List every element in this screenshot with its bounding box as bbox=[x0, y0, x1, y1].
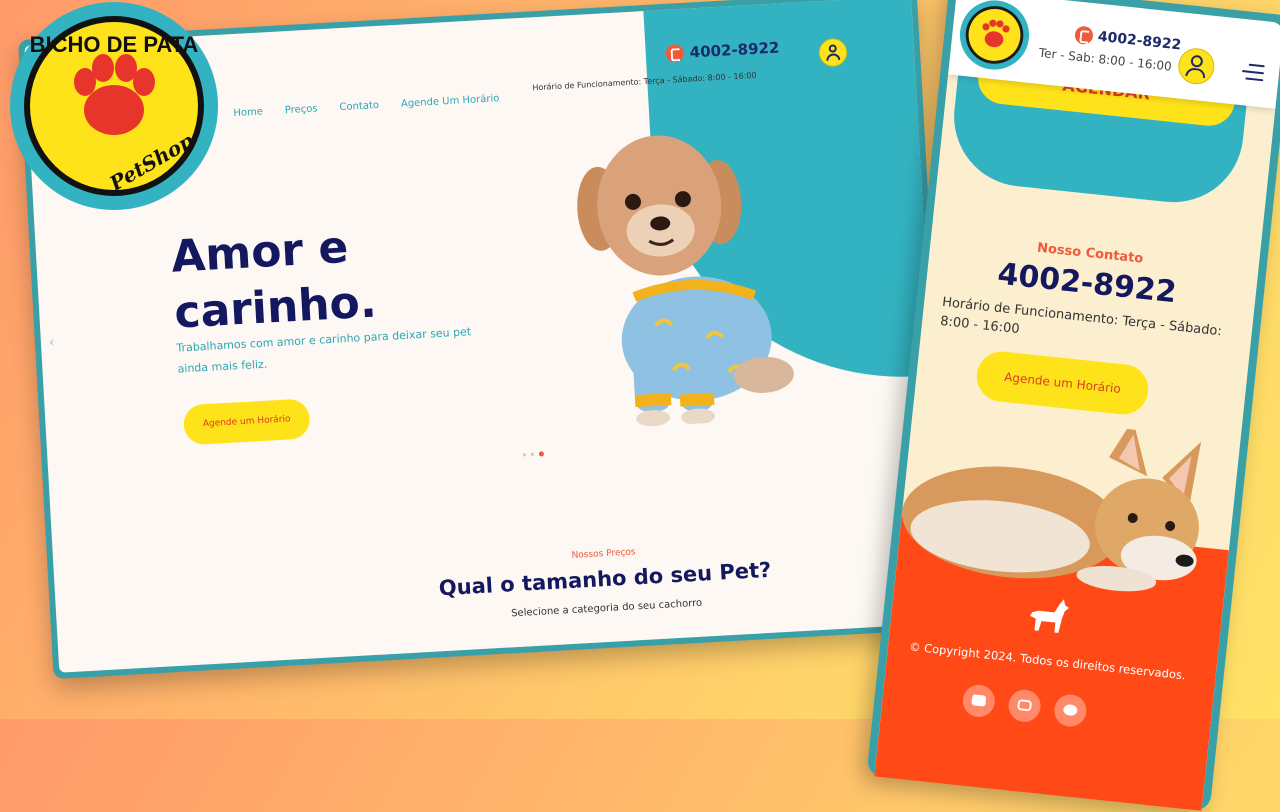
carousel-dot-3[interactable] bbox=[538, 451, 545, 457]
hero-cta-button[interactable]: Agende um Horário bbox=[182, 398, 311, 446]
phone-icon bbox=[1074, 25, 1094, 46]
user-icon[interactable] bbox=[1176, 46, 1217, 87]
desktop-nav: Home Preços Contato Agende Um Horário bbox=[233, 93, 499, 119]
nav-agende[interactable]: Agende Um Horário bbox=[401, 93, 500, 109]
nav-precos[interactable]: Preços bbox=[285, 103, 318, 116]
mobile-mockup: AGENDAR 4002-8922 Ter - Sab: 8:00 - 16:0… bbox=[866, 0, 1280, 812]
carousel-dot-2[interactable] bbox=[530, 452, 535, 457]
mobile-header-phone-number: 4002-8922 bbox=[1097, 28, 1183, 54]
nav-contato[interactable]: Contato bbox=[339, 100, 379, 113]
carousel-dots bbox=[522, 451, 545, 457]
brand-logo[interactable]: BICHO DE PATA PetShop bbox=[5, 0, 223, 212]
social-links bbox=[961, 683, 1088, 729]
contact-cta-button[interactable]: Agende um Horário bbox=[974, 349, 1151, 417]
mobile-logo[interactable] bbox=[955, 0, 1034, 75]
phone-icon bbox=[665, 43, 685, 63]
dog-icon bbox=[1029, 599, 1070, 633]
instagram-icon[interactable] bbox=[1006, 688, 1043, 724]
github-icon[interactable] bbox=[1052, 692, 1088, 729]
mobile-page: AGENDAR 4002-8922 Ter - Sab: 8:00 - 16:0… bbox=[874, 0, 1280, 811]
carousel-prev-arrow[interactable]: ‹ bbox=[49, 334, 55, 350]
logo-top-text: BICHO DE PATA bbox=[30, 32, 199, 57]
carousel-dot-1[interactable] bbox=[522, 453, 527, 457]
nav-home[interactable]: Home bbox=[233, 106, 263, 119]
menu-icon[interactable] bbox=[1241, 63, 1265, 86]
copyright-text: © Copyright 2024. Todos os direitos rese… bbox=[908, 639, 1187, 683]
corgi-image bbox=[902, 419, 1202, 592]
hero-dog-image bbox=[577, 135, 794, 427]
youtube-icon[interactable] bbox=[961, 683, 997, 719]
